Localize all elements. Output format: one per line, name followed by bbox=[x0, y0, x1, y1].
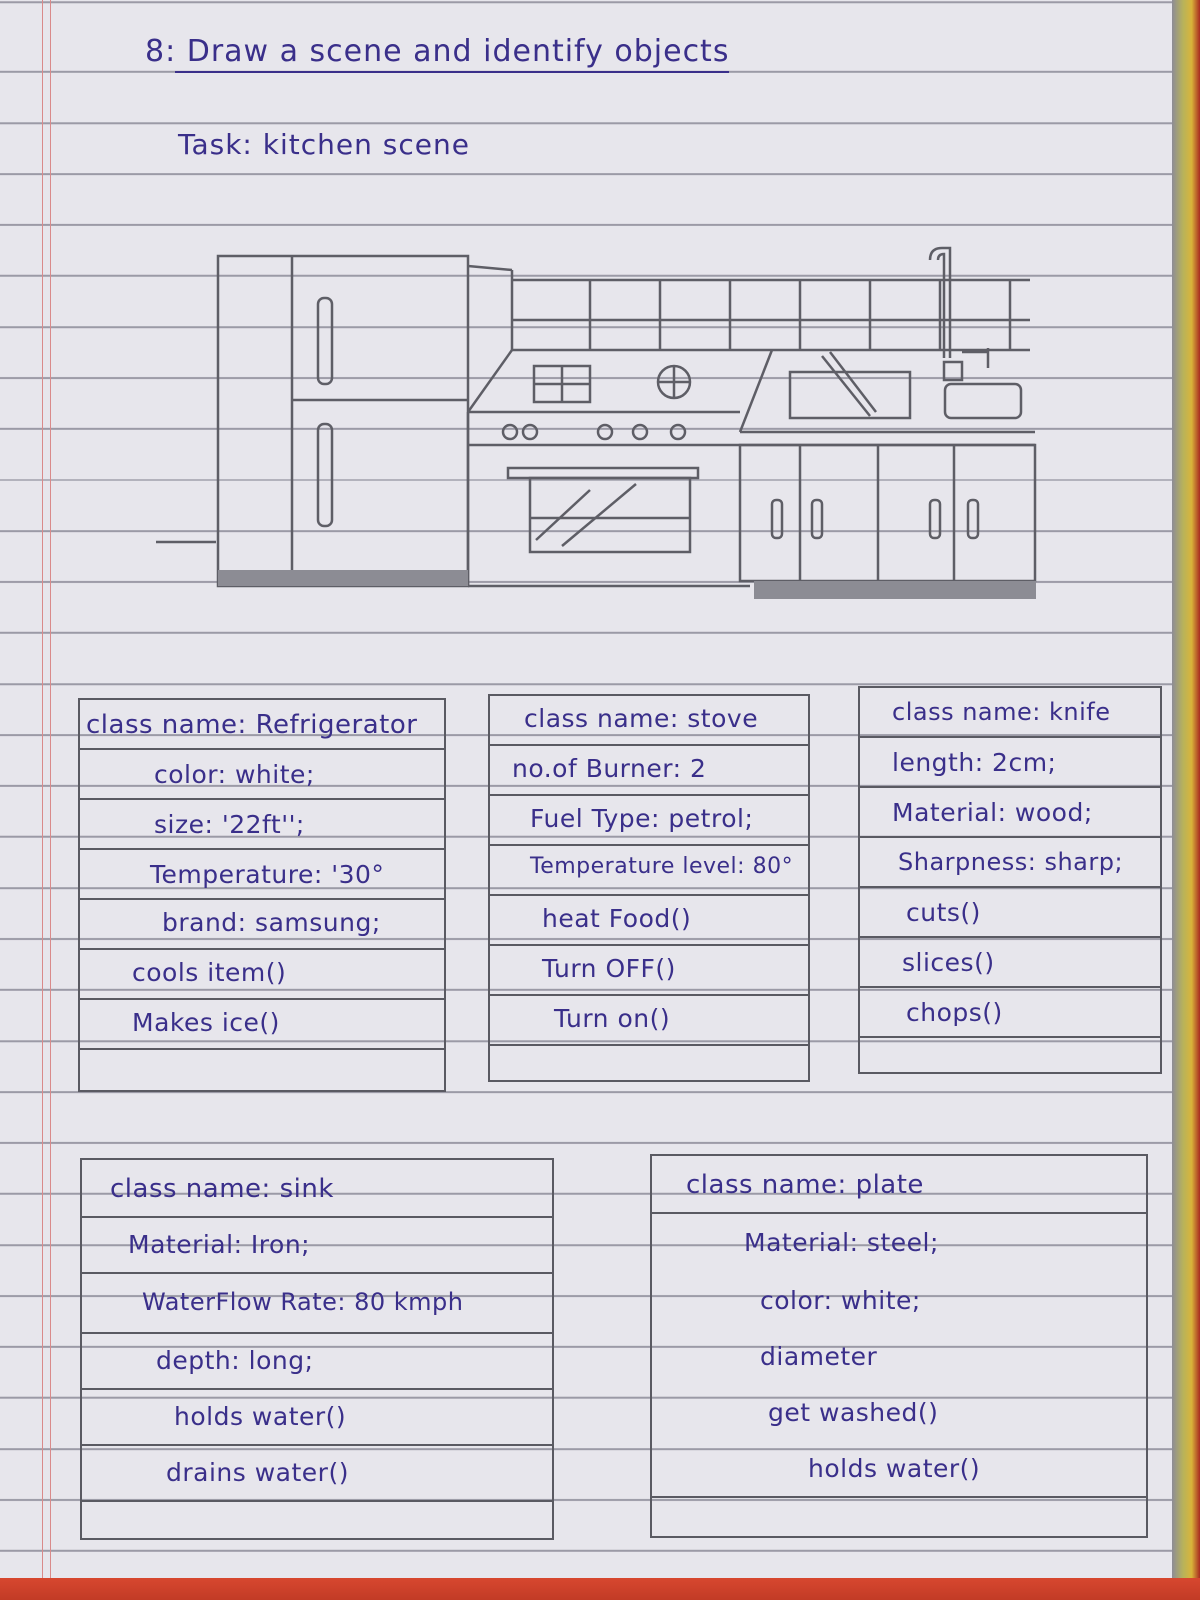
plate-class-title: class name: plate bbox=[686, 1170, 924, 1200]
table-divider bbox=[80, 848, 444, 850]
knife-method-cuts: cuts() bbox=[906, 898, 981, 927]
knife-attr-material: Material: wood; bbox=[892, 798, 1093, 827]
knife-class-title: class name: knife bbox=[892, 698, 1111, 726]
refrigerator-attr-brand: brand: samsung; bbox=[162, 908, 381, 937]
refrigerator-drawing bbox=[156, 254, 470, 588]
table-divider bbox=[80, 798, 444, 800]
knife-method-slices: slices() bbox=[902, 948, 995, 977]
sink-counter-drawing bbox=[738, 246, 1037, 583]
table-divider bbox=[490, 944, 808, 946]
notebook-page: 8: Draw a scene and identify objects Tas… bbox=[0, 0, 1172, 1600]
table-divider bbox=[80, 948, 444, 950]
table-divider bbox=[82, 1444, 552, 1446]
notebook-edge bbox=[1172, 0, 1200, 1600]
table-divider bbox=[652, 1496, 1146, 1498]
stove-method-turn-off: Turn OFF() bbox=[542, 954, 676, 983]
plate-attr-material: Material: steel; bbox=[744, 1228, 939, 1257]
margin-line bbox=[50, 0, 51, 1600]
task-label: Task: kitchen scene bbox=[178, 128, 470, 161]
stove-attr-fuel-type: Fuel Type: petrol; bbox=[530, 804, 754, 833]
table-divider bbox=[80, 898, 444, 900]
table-divider bbox=[80, 998, 444, 1000]
knife-method-chops: chops() bbox=[906, 998, 1003, 1027]
knife-attr-sharpness: Sharpness: sharp; bbox=[898, 848, 1124, 876]
table-divider bbox=[82, 1500, 552, 1502]
table-divider bbox=[80, 748, 444, 750]
refrigerator-method-makes-ice: Makes ice() bbox=[132, 1008, 280, 1037]
table-divider bbox=[860, 836, 1160, 838]
table-divider bbox=[860, 936, 1160, 938]
stove-attr-temperature-level: Temperature level: 80° bbox=[530, 854, 794, 879]
stove-method-heat-food: heat Food() bbox=[542, 904, 692, 933]
table-divider bbox=[860, 886, 1160, 888]
table-divider bbox=[490, 994, 808, 996]
table-divider bbox=[652, 1212, 1146, 1214]
sink-attr-waterflow-rate: WaterFlow Rate: 80 kmph bbox=[142, 1288, 464, 1316]
plate-class-table: class name: plate Material: steel; color… bbox=[650, 1154, 1148, 1538]
refrigerator-attr-size: size: '22ft''; bbox=[154, 810, 305, 839]
plate-attr-color: color: white; bbox=[760, 1286, 921, 1315]
table-divider bbox=[490, 844, 808, 846]
question-heading-text: 8: Draw a scene and identify objects bbox=[145, 34, 730, 69]
stove-method-turn-on: Turn on() bbox=[554, 1004, 671, 1033]
question-heading: 8: Draw a scene and identify objects bbox=[145, 34, 730, 73]
table-divider bbox=[82, 1388, 552, 1390]
refrigerator-attr-color: color: white; bbox=[154, 760, 315, 789]
knife-class-table: class name: knife length: 2cm; Material:… bbox=[858, 686, 1162, 1074]
stove-drawing bbox=[466, 348, 750, 588]
refrigerator-attr-temperature: Temperature: '30° bbox=[150, 860, 385, 889]
table-divider bbox=[82, 1272, 552, 1274]
table-divider bbox=[860, 786, 1160, 788]
kitchen-sketch bbox=[156, 246, 1037, 599]
table-divider bbox=[490, 894, 808, 896]
stove-attr-burners: no.of Burner: 2 bbox=[512, 754, 707, 783]
stove-class-table: class name: stove no.of Burner: 2 Fuel T… bbox=[488, 694, 810, 1082]
table-divider bbox=[860, 1036, 1160, 1038]
kitchen-drawing bbox=[150, 240, 1050, 624]
sink-class-title: class name: sink bbox=[110, 1174, 334, 1204]
refrigerator-method-cools: cools item() bbox=[132, 958, 287, 987]
plate-method-get-washed: get washed() bbox=[768, 1398, 939, 1427]
refrigerator-base bbox=[218, 570, 468, 586]
table-divider bbox=[490, 744, 808, 746]
refrigerator-class-title: class name: Refrigerator bbox=[86, 710, 418, 740]
table-divider bbox=[82, 1332, 552, 1334]
sink-attr-material: Material: Iron; bbox=[128, 1230, 311, 1259]
sink-attr-depth: depth: long; bbox=[156, 1346, 314, 1375]
table-divider bbox=[82, 1216, 552, 1218]
table-divider bbox=[490, 1044, 808, 1046]
plate-method-holds-water: holds water() bbox=[808, 1454, 981, 1483]
sink-method-holds-water: holds water() bbox=[174, 1402, 347, 1431]
knife-attr-length: length: 2cm; bbox=[892, 748, 1057, 777]
refrigerator-class-table: class name: Refrigerator color: white; s… bbox=[78, 698, 446, 1092]
sink-class-table: class name: sink Material: Iron; WaterFl… bbox=[80, 1158, 554, 1540]
table-divider bbox=[860, 986, 1160, 988]
heading-underline bbox=[175, 71, 730, 73]
plate-attr-diameter: diameter bbox=[760, 1342, 878, 1371]
counter-base bbox=[754, 581, 1036, 599]
table-divider bbox=[80, 1048, 444, 1050]
stove-class-title: class name: stove bbox=[524, 704, 759, 733]
table-divider bbox=[860, 736, 1160, 738]
tile-wall bbox=[467, 264, 1030, 350]
sink-method-drains-water: drains water() bbox=[166, 1458, 349, 1487]
notebook-cover-edge bbox=[0, 1578, 1200, 1600]
margin-line bbox=[42, 0, 43, 1600]
table-divider bbox=[490, 794, 808, 796]
